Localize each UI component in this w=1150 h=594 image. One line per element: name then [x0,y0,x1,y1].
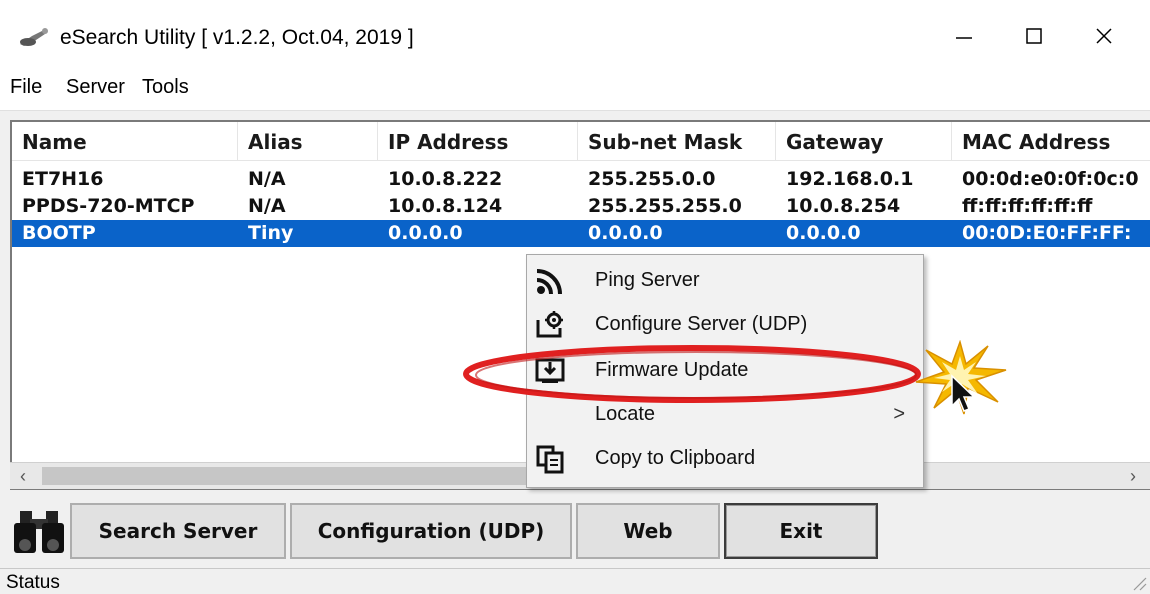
window-title: eSearch Utility [ v1.2.2, Oct.04, 2019 ] [60,26,414,49]
cell-alias: Tiny [248,222,294,244]
menu-item-copy-clipboard[interactable]: Copy to Clipboard [527,437,923,481]
cell-gateway: 192.168.0.1 [786,168,914,190]
configuration-udp-button[interactable]: Configuration (UDP) [290,503,572,559]
status-text: Status [6,572,60,593]
table-row-selected[interactable]: BOOTP Tiny 0.0.0.0 0.0.0.0 0.0.0.0 00:0D… [12,220,1150,247]
esearch-window: eSearch Utility [ v1.2.2, Oct.04, 2019 ]… [0,0,1150,594]
signal-icon [533,265,567,297]
menu-server[interactable]: Server [66,76,125,99]
cell-mask: 0.0.0.0 [588,222,663,244]
cell-alias: N/A [248,168,286,190]
cell-ip: 10.0.8.222 [388,168,503,190]
table-row[interactable]: ET7H16 N/A 10.0.8.222 255.255.0.0 192.16… [12,166,1150,193]
exit-button[interactable]: Exit [724,503,878,559]
maximize-icon [1026,28,1042,44]
scroll-thumb[interactable] [42,467,562,485]
scroll-left-icon[interactable]: ‹ [10,463,36,489]
download-icon [533,355,567,387]
menu-item-label: Locate [595,403,656,425]
clipboard-icon [533,443,567,475]
app-icon [20,28,48,46]
status-bar: Status [0,568,1150,594]
cell-name: ET7H16 [22,168,104,190]
close-button[interactable] [1076,14,1132,58]
cell-mask: 255.255.0.0 [588,168,716,190]
cell-mac: 00:0d:e0:0f:0c:0 [962,168,1139,190]
cell-name: PPDS-720-MTCP [22,195,195,217]
menu-item-label: Copy to Clipboard [595,447,756,469]
title-bar: eSearch Utility [ v1.2.2, Oct.04, 2019 ] [0,0,1150,62]
close-icon [1096,28,1112,44]
cell-name: BOOTP [22,222,96,244]
configure-icon [533,309,567,341]
column-header-mask[interactable]: Sub-net Mask [578,122,776,160]
cell-ip: 0.0.0.0 [388,222,463,244]
cell-mask: 255.255.255.0 [588,195,742,217]
menu-item-configure-server[interactable]: Configure Server (UDP) [527,303,923,347]
cell-alias: N/A [248,195,286,217]
menu-tools[interactable]: Tools [142,76,189,99]
resize-grip-icon[interactable] [1130,574,1148,592]
search-server-button[interactable]: Search Server [70,503,286,559]
minimize-icon [956,37,972,39]
list-header: Name Alias IP Address Sub-net Mask Gatew… [12,122,1150,161]
context-menu: Ping Server Configure Server (UDP) Firmw… [526,254,924,488]
column-header-alias[interactable]: Alias [238,122,378,160]
menu-item-ping-server[interactable]: Ping Server [527,259,923,303]
menu-item-firmware-update[interactable]: Firmware Update [527,349,923,393]
binoculars-icon [14,511,64,553]
maximize-button[interactable] [1006,14,1062,58]
column-header-name[interactable]: Name [12,122,238,160]
table-row[interactable]: PPDS-720-MTCP N/A 10.0.8.124 255.255.255… [12,193,1150,220]
cell-gateway: 0.0.0.0 [786,222,861,244]
menu-item-label: Ping Server [595,269,700,291]
menu-file[interactable]: File [10,76,42,99]
menu-item-label: Configure Server (UDP) [595,313,808,335]
chevron-right-icon: > [893,403,905,425]
scroll-right-icon[interactable]: › [1120,463,1146,489]
menu-item-locate[interactable]: Locate > [527,393,923,437]
minimize-button[interactable] [936,14,992,58]
column-header-gateway[interactable]: Gateway [776,122,952,160]
cell-mac: 00:0D:E0:FF:FF: [962,222,1132,244]
cell-gateway: 10.0.8.254 [786,195,901,217]
web-button[interactable]: Web [576,503,720,559]
cell-ip: 10.0.8.124 [388,195,503,217]
cell-mac: ff:ff:ff:ff:ff:ff [962,195,1093,217]
menu-item-label: Firmware Update [595,359,749,381]
menu-bar: File Server Tools [0,62,1150,111]
column-header-mac[interactable]: MAC Address [952,122,1150,160]
column-header-ip[interactable]: IP Address [378,122,578,160]
